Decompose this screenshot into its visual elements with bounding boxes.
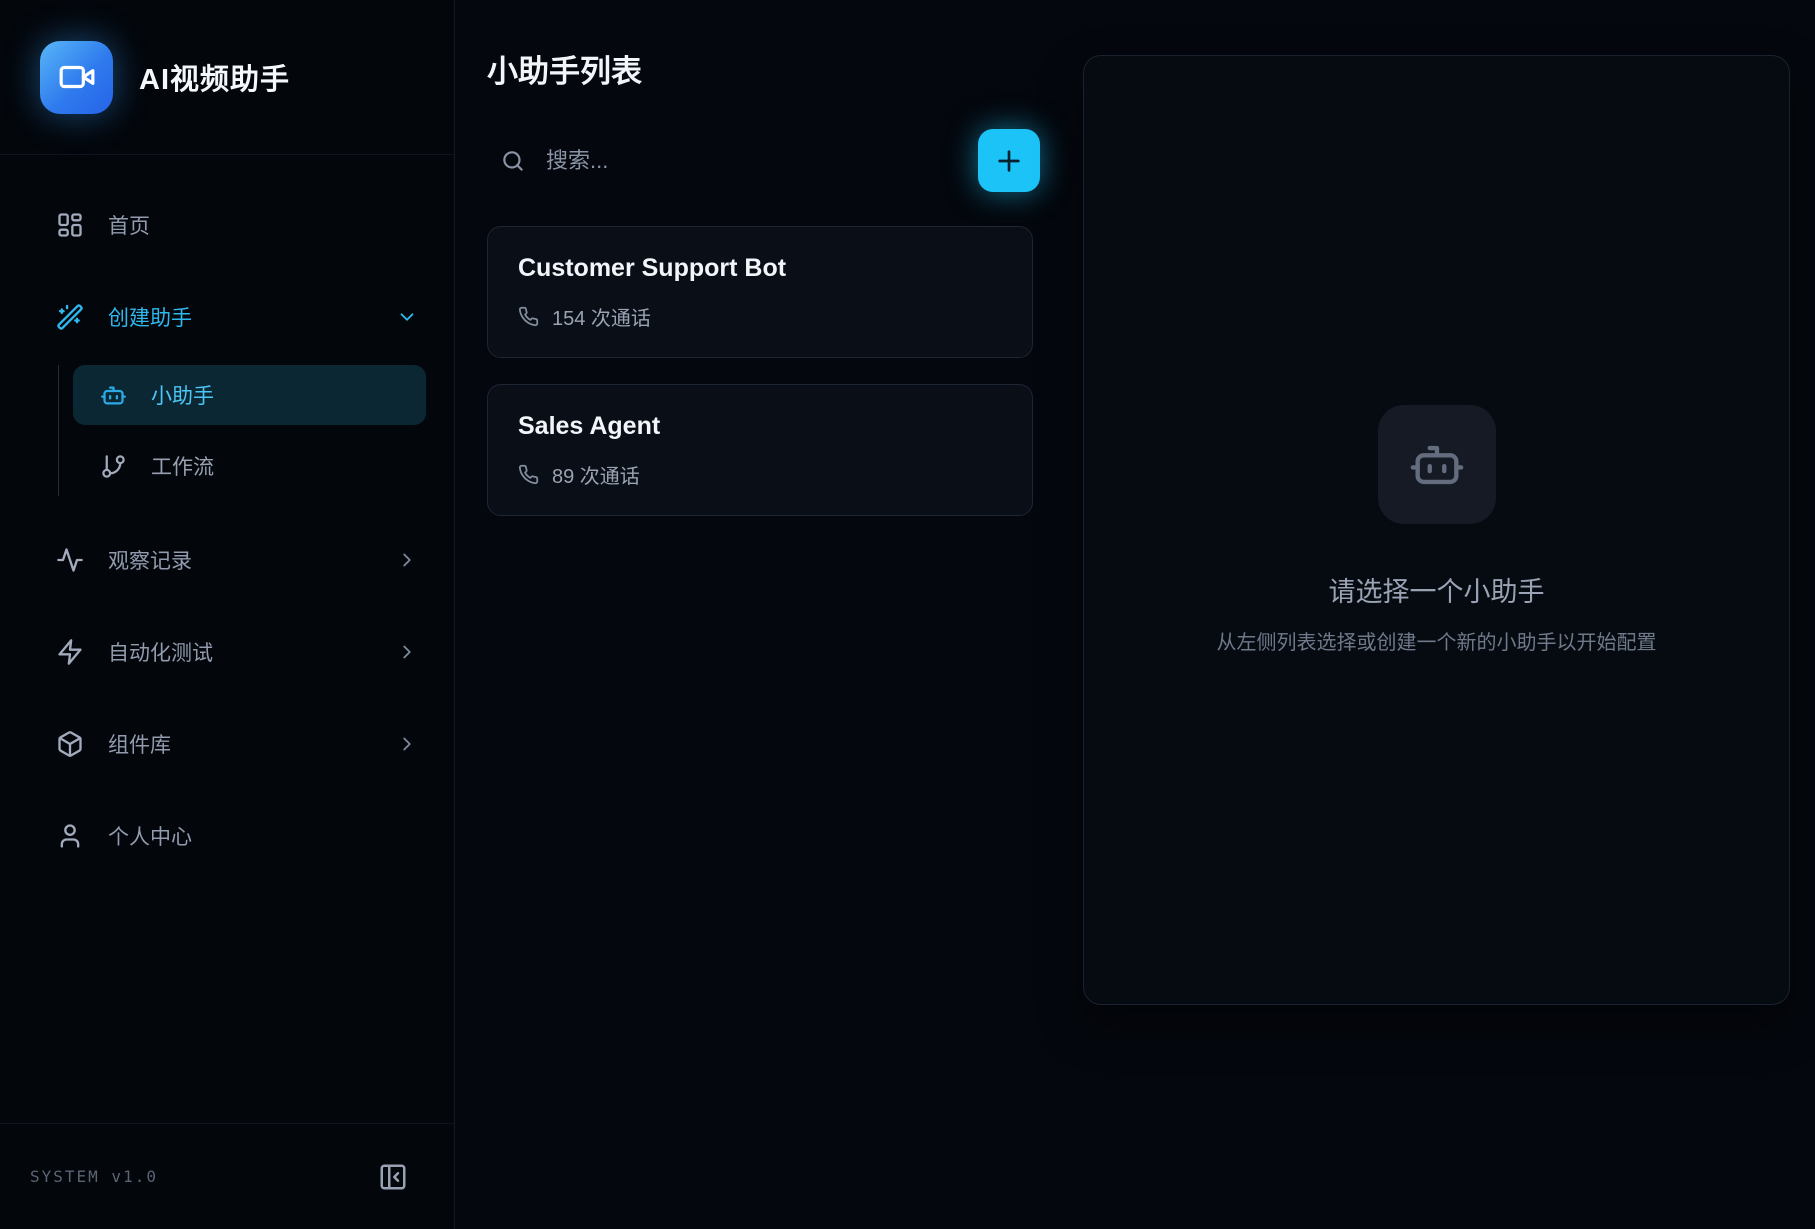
assistant-card[interactable]: Sales Agent 89 次通话 [487, 384, 1033, 516]
sidebar-item-profile[interactable]: 个人中心 [24, 808, 426, 864]
user-icon [56, 822, 84, 850]
sidebar-item-assistants[interactable]: 小助手 [73, 365, 426, 425]
assistant-list-panel: 小助手列表 Customer Support Bot [455, 0, 1083, 1229]
assistant-meta: 89 次通话 [518, 460, 1002, 489]
activity-icon [56, 546, 84, 574]
empty-state-title: 请选择一个小助手 [1329, 570, 1545, 609]
sidebar: AI视频助手 首页 创建助手 小助手 [0, 0, 455, 1229]
sidebar-item-component-library[interactable]: 组件库 [24, 716, 426, 772]
collapse-sidebar-button[interactable] [378, 1162, 408, 1192]
sidebar-header: AI视频助手 [0, 0, 454, 155]
assistant-detail-column: 请选择一个小助手 从左侧列表选择或创建一个新的小助手以开始配置 [1083, 0, 1815, 1229]
page-title: 小助手列表 [487, 46, 1083, 91]
assistant-list: Customer Support Bot 154 次通话 Sales Agent… [487, 226, 1033, 516]
assistant-call-count: 89 次通话 [552, 460, 640, 489]
sidebar-footer: SYSTEM v1.0 [0, 1123, 454, 1229]
sidebar-item-workflow[interactable]: 工作流 [73, 436, 426, 496]
assistant-name: Customer Support Bot [518, 254, 1002, 283]
empty-state-subtitle: 从左侧列表选择或创建一个新的小助手以开始配置 [1217, 626, 1657, 655]
add-assistant-button[interactable] [978, 129, 1040, 192]
sidebar-item-label: 观察记录 [108, 545, 192, 575]
chevron-right-icon [396, 733, 418, 755]
assistant-card[interactable]: Customer Support Bot 154 次通话 [487, 226, 1033, 358]
phone-icon [518, 464, 539, 485]
sidebar-item-home[interactable]: 首页 [24, 197, 426, 253]
sidebar-item-label: 创建助手 [108, 302, 192, 332]
search-row [487, 129, 1040, 192]
sidebar-item-label: 工作流 [151, 451, 214, 481]
video-camera-icon [58, 58, 96, 96]
assistant-name: Sales Agent [518, 412, 1002, 441]
create-assistant-submenu: 小助手 工作流 [58, 365, 426, 496]
sidebar-item-label: 小助手 [151, 380, 214, 410]
app-title: AI视频助手 [139, 56, 290, 98]
sidebar-item-label: 组件库 [108, 729, 171, 759]
magic-wand-icon [56, 303, 84, 331]
bot-icon [1408, 436, 1466, 494]
assistant-meta: 154 次通话 [518, 302, 1002, 331]
app-logo [40, 41, 113, 114]
sidebar-item-label: 自动化测试 [108, 637, 213, 667]
sidebar-item-create-assistant[interactable]: 创建助手 [24, 289, 426, 345]
assistant-detail-panel: 请选择一个小助手 从左侧列表选择或创建一个新的小助手以开始配置 [1083, 55, 1790, 1005]
search-input[interactable] [546, 148, 876, 174]
search-box [487, 148, 978, 174]
sidebar-item-label: 首页 [108, 210, 150, 240]
phone-icon [518, 306, 539, 327]
bot-icon [100, 382, 127, 409]
search-icon [500, 148, 526, 174]
git-branch-icon [100, 453, 127, 480]
dashboard-icon [56, 211, 84, 239]
sidebar-item-label: 个人中心 [108, 821, 192, 851]
chevron-down-icon [396, 306, 418, 328]
empty-state-icon-box [1378, 405, 1496, 524]
system-version: SYSTEM v1.0 [30, 1167, 158, 1186]
sidebar-nav: 首页 创建助手 小助手 工作流 [0, 155, 454, 1123]
chevron-right-icon [396, 641, 418, 663]
sidebar-item-observation[interactable]: 观察记录 [24, 532, 426, 588]
main-content: 小助手列表 Customer Support Bot [455, 0, 1815, 1229]
box-icon [56, 730, 84, 758]
plus-icon [993, 145, 1025, 177]
panel-collapse-icon [378, 1162, 408, 1192]
empty-state: 请选择一个小助手 从左侧列表选择或创建一个新的小助手以开始配置 [1217, 405, 1657, 655]
sidebar-item-automation-test[interactable]: 自动化测试 [24, 624, 426, 680]
chevron-right-icon [396, 549, 418, 571]
zap-icon [56, 638, 84, 666]
assistant-call-count: 154 次通话 [552, 302, 651, 331]
